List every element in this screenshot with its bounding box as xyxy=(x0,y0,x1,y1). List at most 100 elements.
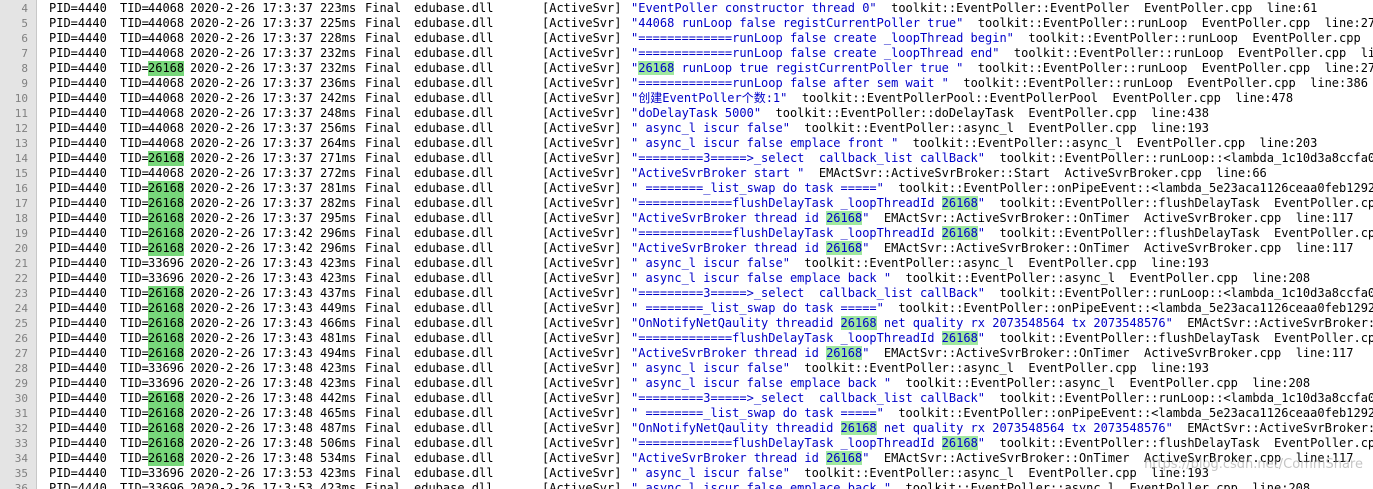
category-tag: [ActiveSvr] xyxy=(542,421,622,435)
category-tag: [ActiveSvr] xyxy=(542,331,622,345)
source-location: toolkit::EventPoller::runLoop EventPolle… xyxy=(963,61,1373,75)
log-line[interactable]: 10 PID=4440 TID= 44068 2020-2-26 17:3:37 242… xyxy=(0,91,1373,106)
log-level: Final xyxy=(365,331,402,345)
log-level: Final xyxy=(365,481,402,489)
log-level: Final xyxy=(365,91,402,105)
tid-value: 26168 xyxy=(148,436,185,451)
source-location: toolkit::EventPoller::onPipeEvent::<lamb… xyxy=(883,406,1373,420)
log-line[interactable]: 18 PID=4440 TID= 26168 2020-2-26 17:3:37 295… xyxy=(0,211,1373,226)
pid-field: PID=4440 xyxy=(49,136,107,150)
log-line[interactable]: 29 PID=4440 TID= 33696 2020-2-26 17:3:48 423… xyxy=(0,376,1373,391)
tid-label: TID= xyxy=(120,256,149,270)
log-editor[interactable]: 4 PID=4440 TID= 44068 2020-2-26 17:3:37 223m… xyxy=(0,0,1373,489)
pid-field: PID=4440 xyxy=(49,46,107,60)
tid-label: TID= xyxy=(120,106,149,120)
log-line[interactable]: 16 PID=4440 TID= 26168 2020-2-26 17:3:37 281… xyxy=(0,181,1373,196)
line-number: 19 xyxy=(14,227,28,240)
log-line[interactable]: 32 PID=4440 TID= 26168 2020-2-26 17:3:48 487… xyxy=(0,421,1373,436)
log-level: Final xyxy=(365,151,402,165)
message-text: "=========3=====>_select callback_list c… xyxy=(631,391,986,405)
tid-value: 26168 xyxy=(148,346,185,361)
message-text: " async_l iscur false emplace back " xyxy=(631,271,892,285)
timestamp: 2020-2-26 17:3:37 282ms xyxy=(190,196,357,210)
log-line[interactable]: 4 PID=4440 TID= 44068 2020-2-26 17:3:37 223m… xyxy=(0,1,1373,16)
log-line[interactable]: 6 PID=4440 TID= 44068 2020-2-26 17:3:37 228m… xyxy=(0,31,1373,46)
log-line[interactable]: 5 PID=4440 TID= 44068 2020-2-26 17:3:37 225m… xyxy=(0,16,1373,31)
pid-field: PID=4440 xyxy=(49,256,107,270)
module-name: edubase.dll xyxy=(414,361,494,375)
message-text: " async_l iscur false" xyxy=(631,121,790,135)
log-line[interactable]: 8 PID=4440 TID= 26168 2020-2-26 17:3:37 232m… xyxy=(0,61,1373,76)
timestamp: 2020-2-26 17:3:37 271ms xyxy=(190,151,357,165)
log-line[interactable]: 12 PID=4440 TID= 44068 2020-2-26 17:3:37 256… xyxy=(0,121,1373,136)
line-number: 5 xyxy=(21,17,28,30)
log-line[interactable]: 31 PID=4440 TID= 26168 2020-2-26 17:3:48 465… xyxy=(0,406,1373,421)
message-text: "创建EventPoller个数:1" xyxy=(631,91,788,105)
tid-value: 26168 xyxy=(148,331,185,346)
log-line[interactable]: 25 PID=4440 TID= 26168 2020-2-26 17:3:43 466… xyxy=(0,316,1373,331)
category-tag: [ActiveSvr] xyxy=(542,391,622,405)
log-message: "EventPoller constructor thread 0" toolk… xyxy=(631,1,1317,16)
log-line[interactable]: 15 PID=4440 TID= 44068 2020-2-26 17:3:37 272… xyxy=(0,166,1373,181)
line-number: 32 xyxy=(14,422,28,435)
line-number: 16 xyxy=(14,182,28,195)
log-line[interactable]: 36 PID=4440 TID= 33696 2020-2-26 17:3:53 423… xyxy=(0,481,1373,489)
log-line[interactable]: 30 PID=4440 TID= 26168 2020-2-26 17:3:48 442… xyxy=(0,391,1373,406)
log-line[interactable]: 20 PID=4440 TID= 26168 2020-2-26 17:3:42 296… xyxy=(0,241,1373,256)
source-location: EMActSvr::ActiveSvrBroker::OnTimer Activ… xyxy=(869,346,1354,360)
line-number: 9 xyxy=(21,77,28,90)
log-line[interactable]: 19 PID=4440 TID= 26168 2020-2-26 17:3:42 296… xyxy=(0,226,1373,241)
log-line[interactable]: 22 PID=4440 TID= 33696 2020-2-26 17:3:43 423… xyxy=(0,271,1373,286)
source-location: toolkit::EventPoller::async_l EventPolle… xyxy=(789,121,1209,135)
category-tag: [ActiveSvr] xyxy=(542,121,622,135)
log-message: "doDelayTask 5000" toolkit::EventPoller:… xyxy=(631,106,1209,121)
log-line[interactable]: 9 PID=4440 TID= 44068 2020-2-26 17:3:37 236m… xyxy=(0,76,1373,91)
log-level: Final xyxy=(365,451,402,465)
module-name: edubase.dll xyxy=(414,136,494,150)
log-line[interactable]: 11 PID=4440 TID= 44068 2020-2-26 17:3:37 248… xyxy=(0,106,1373,121)
log-line[interactable]: 28 PID=4440 TID= 33696 2020-2-26 17:3:48 423… xyxy=(0,361,1373,376)
message-text: "OnNotifyNetQaulity threadid xyxy=(631,421,841,435)
module-name: edubase.dll xyxy=(414,376,494,390)
line-number: 25 xyxy=(14,317,28,330)
pid-field: PID=4440 xyxy=(49,151,107,165)
message-text: "=============runLoop false create _loop… xyxy=(631,46,1000,60)
log-line[interactable]: 21 PID=4440 TID= 33696 2020-2-26 17:3:43 423… xyxy=(0,256,1373,271)
log-level: Final xyxy=(365,316,402,330)
tid-label: TID= xyxy=(120,376,149,390)
source-location: toolkit::EventPoller::async_l EventPolle… xyxy=(789,256,1209,270)
log-line[interactable]: 33 PID=4440 TID= 26168 2020-2-26 17:3:48 506… xyxy=(0,436,1373,451)
category-tag: [ActiveSvr] xyxy=(542,46,622,60)
highlighted-thread-id: 26168 xyxy=(826,211,863,225)
source-location: toolkit::EventPoller::flushDelayTask Eve… xyxy=(985,331,1373,345)
tid-label: TID= xyxy=(120,136,149,150)
line-number: 17 xyxy=(14,197,28,210)
log-level: Final xyxy=(365,106,402,120)
pid-field: PID=4440 xyxy=(49,466,107,480)
line-number: 26 xyxy=(14,332,28,345)
timestamp: 2020-2-26 17:3:37 232ms xyxy=(190,61,357,75)
tid-value: 44068 xyxy=(148,76,185,90)
category-tag: [ActiveSvr] xyxy=(542,376,622,390)
tid-label: TID= xyxy=(120,91,149,105)
log-line[interactable]: 27 PID=4440 TID= 26168 2020-2-26 17:3:43 494… xyxy=(0,346,1373,361)
log-line[interactable]: 17 PID=4440 TID= 26168 2020-2-26 17:3:37 282… xyxy=(0,196,1373,211)
line-number: 11 xyxy=(14,107,28,120)
log-line[interactable]: 24 PID=4440 TID= 26168 2020-2-26 17:3:43 449… xyxy=(0,301,1373,316)
message-text: net quality rx 2073548564 tx 2073548576" xyxy=(876,316,1173,330)
log-line[interactable]: 14 PID=4440 TID= 26168 2020-2-26 17:3:37 271… xyxy=(0,151,1373,166)
log-line[interactable]: 26 PID=4440 TID= 26168 2020-2-26 17:3:43 481… xyxy=(0,331,1373,346)
line-number: 4 xyxy=(21,2,28,15)
tid-value: 44068 xyxy=(148,46,185,60)
log-line[interactable]: 7 PID=4440 TID= 44068 2020-2-26 17:3:37 232m… xyxy=(0,46,1373,61)
timestamp: 2020-2-26 17:3:37 225ms xyxy=(190,16,357,30)
module-name: edubase.dll xyxy=(414,166,494,180)
log-message: "ActiveSvrBroker start " EMActSvr::Activ… xyxy=(631,166,1267,181)
module-name: edubase.dll xyxy=(414,46,494,60)
pid-field: PID=4440 xyxy=(49,346,107,360)
tid-label: TID= xyxy=(120,181,149,195)
log-line[interactable]: 13 PID=4440 TID= 44068 2020-2-26 17:3:37 264… xyxy=(0,136,1373,151)
source-location: toolkit::EventPollerPool::EventPollerPoo… xyxy=(787,91,1294,105)
log-line[interactable]: 23 PID=4440 TID= 26168 2020-2-26 17:3:43 437… xyxy=(0,286,1373,301)
timestamp: 2020-2-26 17:3:37 295ms xyxy=(190,211,357,225)
